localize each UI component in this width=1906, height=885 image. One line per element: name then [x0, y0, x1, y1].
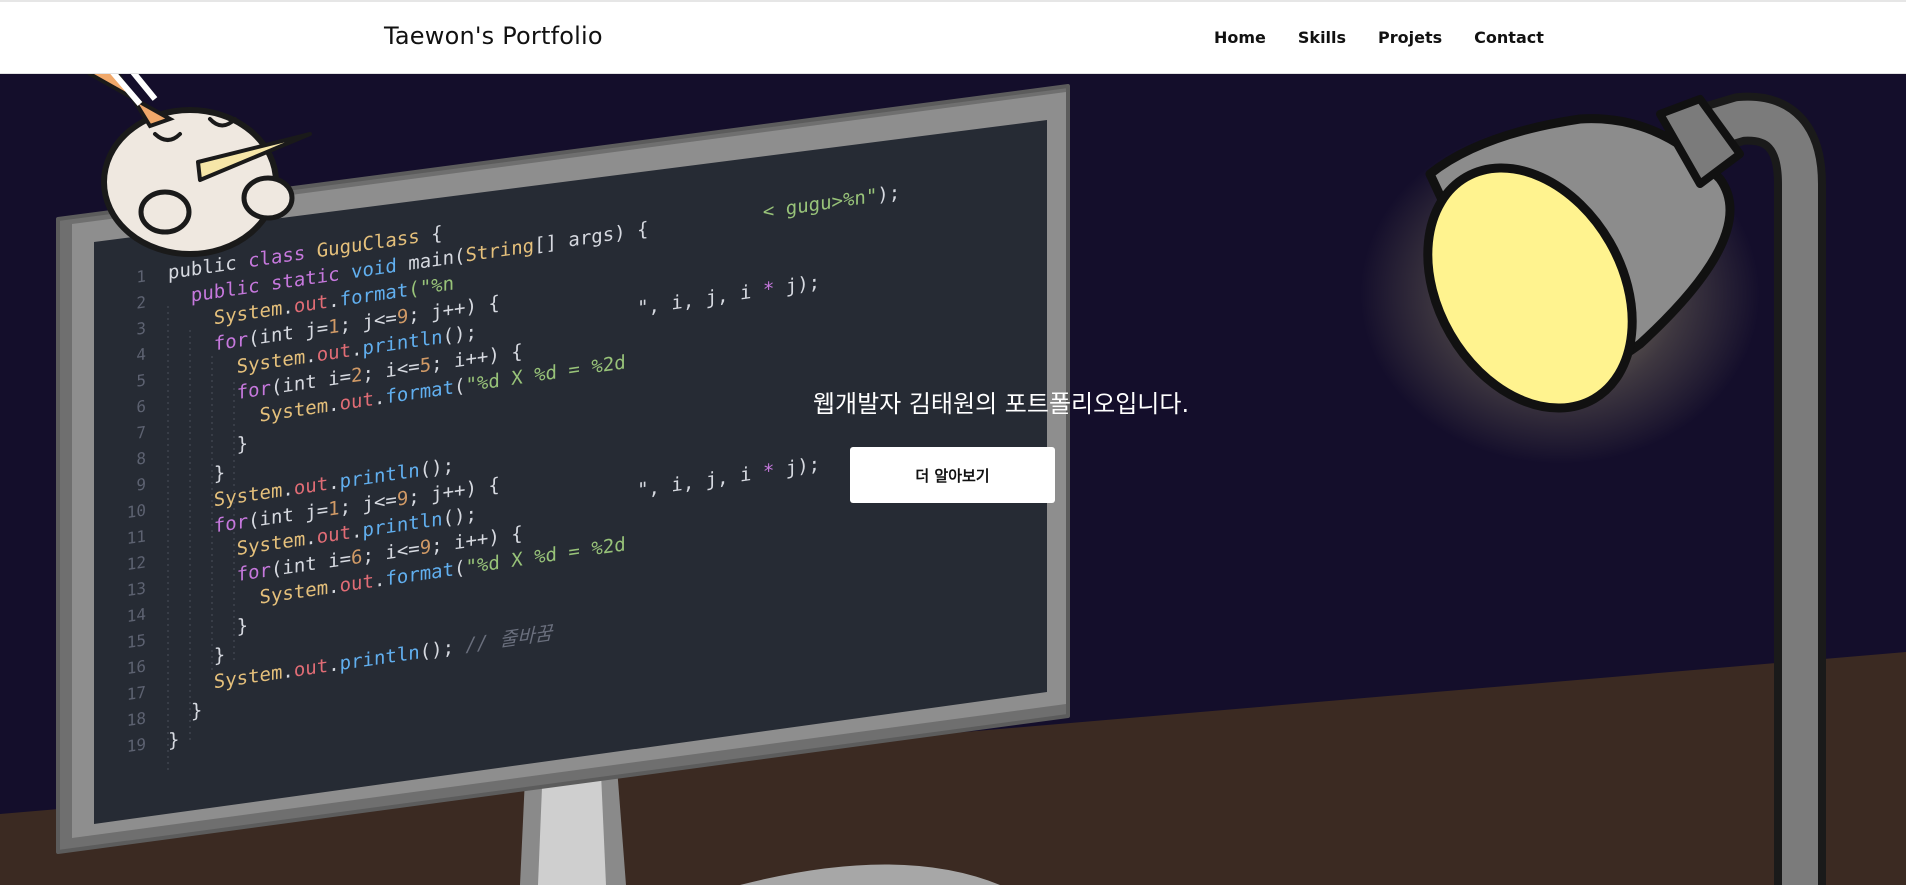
code-token: for	[213, 510, 249, 538]
code-token: .	[351, 519, 363, 544]
code-token: 1	[328, 497, 340, 521]
code-token: 6	[351, 545, 363, 570]
code-token: ();	[442, 503, 477, 531]
code-token: ();	[419, 634, 466, 664]
code-token: for	[213, 328, 249, 356]
code-token: for	[236, 559, 271, 587]
code-token: ();	[419, 454, 455, 482]
nav-link-projects[interactable]: Projets	[1378, 28, 1442, 47]
code-token: .	[305, 526, 317, 551]
code-token: .	[328, 289, 340, 313]
nav-item-projects: Projets	[1378, 28, 1442, 47]
code-token: j);	[774, 452, 821, 482]
hero-headline: 웹개발자 김태원의 포트폴리오입니다.	[0, 384, 1906, 419]
code-token: 9	[419, 535, 432, 560]
nav-menu: Home Skills Projets Contact	[1214, 28, 1576, 47]
code-token: .	[282, 659, 294, 684]
code-token: out	[293, 290, 329, 318]
code-token: (	[454, 556, 466, 581]
code-token: }	[168, 728, 180, 753]
nav-link-home[interactable]: Home	[1214, 28, 1266, 47]
code-token: *	[762, 277, 775, 302]
code-token: .	[328, 575, 340, 599]
code-token: out	[293, 654, 329, 682]
code-token: 9	[396, 487, 409, 511]
code-token: .	[328, 471, 340, 495]
code-token: j);	[774, 270, 821, 300]
code-token: *	[762, 459, 775, 484]
code-token: .	[373, 568, 386, 593]
code-token: {	[431, 222, 443, 246]
navbar: Taewon's Portfolio Home Skills Projets C…	[0, 2, 1906, 74]
code-token: out	[293, 472, 329, 500]
code-token: .	[328, 653, 340, 677]
line-number: 19	[126, 734, 146, 757]
code-token: 9	[396, 305, 409, 329]
code-token: out	[316, 521, 352, 549]
code-token: .	[282, 295, 294, 320]
hero-headline-text: 웹개발자 김태원의 포트폴리오입니다.	[812, 390, 1190, 418]
code-token: out	[316, 339, 352, 367]
code-token: .	[282, 477, 294, 502]
code-editor: 1 public class GuguClass {2 public static…	[100, 139, 1000, 885]
nav-item-contact: Contact	[1474, 28, 1544, 47]
brand-logo[interactable]: Taewon's Portfolio	[384, 22, 603, 50]
nav-item-home: Home	[1214, 28, 1266, 47]
code-text: }	[146, 726, 179, 757]
code-token: ();	[442, 321, 477, 349]
nav-link-skills[interactable]: Skills	[1298, 28, 1346, 47]
code-token: );	[877, 181, 901, 207]
code-token: }	[168, 699, 203, 727]
code-token: 5	[419, 353, 432, 378]
code-token: out	[339, 570, 374, 598]
nav-item-skills: Skills	[1298, 28, 1346, 47]
code-token: 1	[328, 315, 340, 339]
code-token: .	[305, 344, 317, 369]
nav-link-contact[interactable]: Contact	[1474, 28, 1544, 47]
learn-more-button[interactable]: 더 알아보기	[850, 447, 1055, 503]
hero-section: 1 public class GuguClass {2 public static…	[0, 74, 1906, 885]
code-token: .	[351, 337, 363, 362]
